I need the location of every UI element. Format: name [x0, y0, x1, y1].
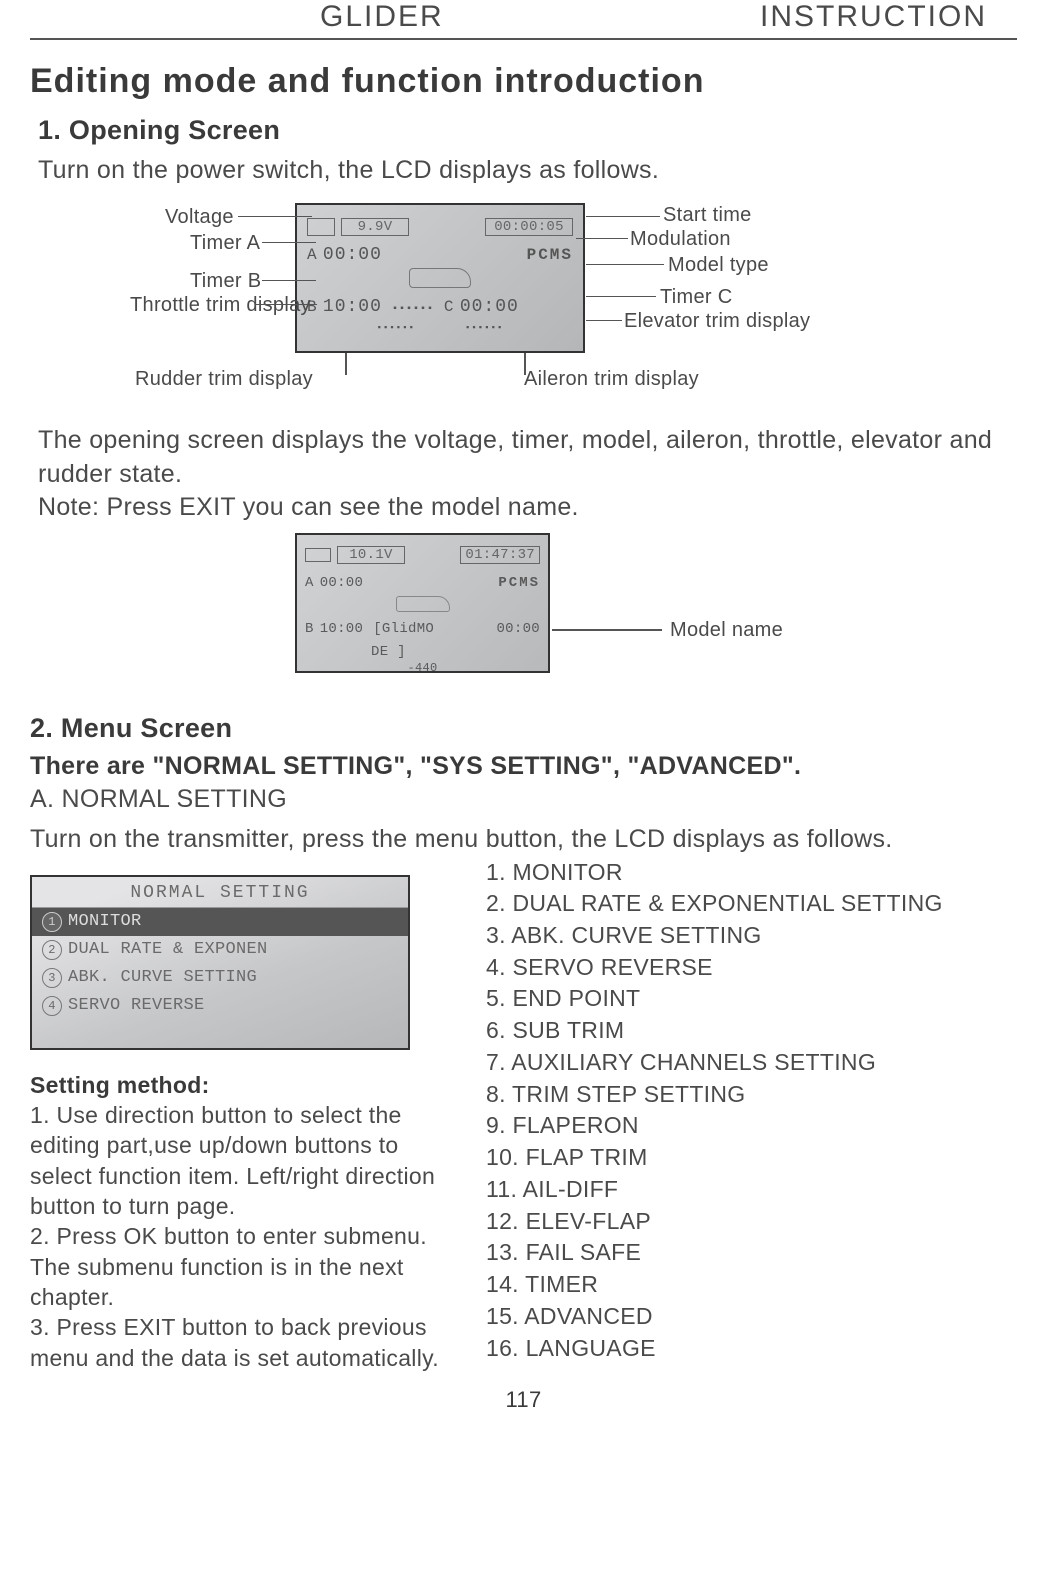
menu-item: 15. ADVANCED	[486, 1301, 943, 1333]
method-heading: Setting method:	[30, 1070, 450, 1100]
menu-item: 1. MONITOR	[486, 857, 943, 889]
method-body: 1. Use direction button to select the ed…	[30, 1100, 450, 1373]
lcd2-timerB: 10:00	[320, 621, 364, 637]
lbl-start: Start time	[663, 204, 752, 227]
lcd2-bottom: -440	[407, 661, 437, 675]
timerC-label: C	[444, 298, 454, 316]
menu-item: 2. DUAL RATE & EXPONENTIAL SETTING	[486, 888, 943, 920]
lcd-voltage: 9.9V	[341, 218, 409, 236]
menu-item: 13. FAIL SAFE	[486, 1237, 943, 1269]
lcd-screen-2: 10.1V 01:47:37 A 00:00 PCMS B 10:00 [Gli…	[295, 533, 550, 673]
lbl-aileron: Aileron trim display	[524, 368, 699, 391]
lbl-timerB: Timer B	[190, 270, 261, 293]
lbl-timerA: Timer A	[190, 232, 260, 255]
lcd2-timerB-lbl: B	[305, 621, 314, 637]
menu-item: 8. TRIM STEP SETTING	[486, 1079, 943, 1111]
menu-item: 5. END POINT	[486, 983, 943, 1015]
lbl-modeltype: Model type	[668, 254, 769, 277]
glider-icon	[409, 268, 471, 288]
menu-item: 3. ABK. CURVE SETTING	[486, 920, 943, 952]
lbl-model-name: Model name	[670, 619, 783, 642]
header-left: GLIDER	[320, 0, 444, 34]
sec2-heading: 2. Menu Screen	[30, 713, 1017, 744]
row-text: SERVO REVERSE	[68, 996, 205, 1015]
lcd-screen-3: NORMAL SETTING 1 MONITOR 2 DUAL RATE & EXPO…	[30, 875, 410, 1050]
sec2-line3: Turn on the transmitter, press the menu …	[30, 823, 1017, 857]
lcd-screen-1: 9.9V 00:00:05 A 00:00 PCMS B 10:00 ▪▪▪▪▪…	[295, 203, 585, 353]
menu-item: 4. SERVO REVERSE	[486, 952, 943, 984]
row-text: MONITOR	[68, 912, 142, 931]
sec2-line1: There are "NORMAL SETTING", "SYS SETTING…	[30, 752, 1017, 781]
setting-method: Setting method: 1. Use direction button …	[30, 1070, 450, 1374]
lcd3-row: 1 MONITOR	[32, 908, 408, 936]
sec1-intro: Turn on the power switch, the LCD displa…	[38, 154, 1017, 188]
lcd-timerA: 00:00	[323, 245, 382, 265]
lcd2-modulation: PCMS	[498, 575, 540, 591]
model-name-diagram: 10.1V 01:47:37 A 00:00 PCMS B 10:00 [Gli…	[30, 533, 1017, 703]
lcd2-modelname1: [GlidMO	[373, 621, 434, 637]
lcd2-start-time: 01:47:37	[460, 546, 540, 564]
sec1-para: The opening screen displays the voltage,…	[38, 424, 1017, 525]
lcd-timerC: 00:00	[460, 297, 519, 317]
menu-item: 9. FLAPERON	[486, 1110, 943, 1142]
lcd3-row: 2 DUAL RATE & EXPONEN	[32, 936, 408, 964]
row-text: DUAL RATE & EXPONEN	[68, 940, 268, 959]
lcd-modulation: PCMS	[527, 246, 573, 264]
menu-item: 12. ELEV-FLAP	[486, 1206, 943, 1238]
lcd3-title: NORMAL SETTING	[32, 883, 408, 908]
row-number-icon: 4	[42, 996, 62, 1016]
menu-item: 14. TIMER	[486, 1269, 943, 1301]
lbl-voltage: Voltage	[165, 206, 234, 229]
opening-screen-diagram: 9.9V 00:00:05 A 00:00 PCMS B 10:00 ▪▪▪▪▪…	[30, 198, 1017, 418]
menu-screen-diagram: NORMAL SETTING 1 MONITOR 2 DUAL RATE & EXPO…	[30, 875, 450, 1050]
row-number-icon: 2	[42, 940, 62, 960]
lcd3-row: 4 SERVO REVERSE	[32, 992, 408, 1020]
dots-icon: ▪▪▪▪▪▪	[377, 323, 415, 333]
lbl-modulation: Modulation	[630, 228, 731, 251]
menu-item: 16. LANGUAGE	[486, 1333, 943, 1365]
lcd-start-time: 00:00:05	[485, 218, 573, 236]
row-number-icon: 3	[42, 968, 62, 988]
page-number: 117	[30, 1387, 1017, 1413]
page-header: GLIDER INSTRUCTION	[30, 0, 1017, 40]
page-title: Editing mode and function introduction	[30, 62, 1017, 101]
row-text: ABK. CURVE SETTING	[68, 968, 257, 987]
lcd2-modelname2: DE ]	[371, 644, 406, 660]
timerA-label: A	[307, 246, 317, 264]
lcd2-timerA-lbl: A	[305, 575, 314, 591]
lcd2-timerA: 00:00	[320, 575, 364, 591]
lcd3-row: 3 ABK. CURVE SETTING	[32, 964, 408, 992]
lcd2-timerC: 00:00	[496, 621, 540, 637]
sec1-heading: 1. Opening Screen	[38, 115, 1017, 146]
menu-list: 1. MONITOR2. DUAL RATE & EXPONENTIAL SET…	[486, 857, 943, 1365]
row-number-icon: 1	[42, 912, 62, 932]
sec2-line2: A. NORMAL SETTING	[30, 783, 1017, 817]
lbl-rudder: Rudder trim display	[135, 368, 313, 391]
battery-icon	[307, 218, 335, 236]
glider-icon	[396, 596, 450, 612]
menu-item: 7. AUXILIARY CHANNELS SETTING	[486, 1047, 943, 1079]
menu-item: 11. AIL-DIFF	[486, 1174, 943, 1206]
battery-icon	[305, 548, 331, 562]
dots-icon: ▪▪▪▪▪▪	[392, 304, 434, 315]
menu-item: 10. FLAP TRIM	[486, 1142, 943, 1174]
header-right: INSTRUCTION	[760, 0, 987, 34]
lbl-elevator: Elevator trim display	[624, 310, 810, 333]
lbl-timerC: Timer C	[660, 286, 732, 309]
lcd2-voltage: 10.1V	[337, 546, 405, 564]
menu-item: 6. SUB TRIM	[486, 1015, 943, 1047]
dots-icon: ▪▪▪▪▪▪	[465, 323, 503, 333]
lcd-timerB: 10:00	[323, 297, 382, 317]
